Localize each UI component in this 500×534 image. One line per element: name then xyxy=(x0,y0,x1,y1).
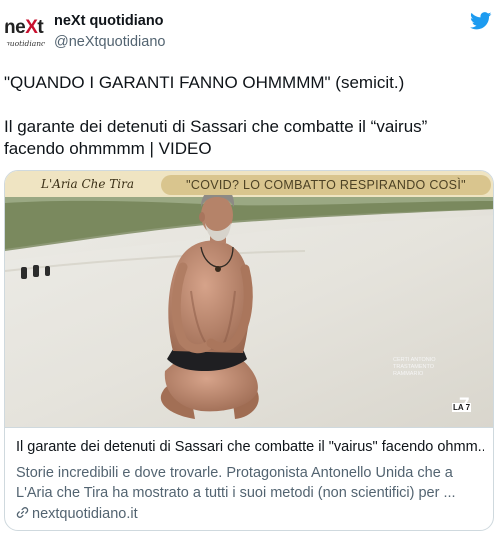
avatar[interactable]: neXt quotidiano xyxy=(4,10,48,54)
show-logo: L'Aria Che Tira xyxy=(41,177,135,191)
tweet-text-line-1: "QUANDO I GARANTI FANNO OHMMMM" (semicit… xyxy=(4,73,405,92)
tweet-header: neXt quotidiano neXt quotidiano @neXtquo… xyxy=(4,8,496,56)
link-card[interactable]: L'Aria Che Tira "COVID? LO COMBATTO RESP… xyxy=(4,170,494,531)
card-domain[interactable]: nextquotidiano.it xyxy=(16,506,138,522)
tweet: neXt quotidiano neXt quotidiano @neXtquo… xyxy=(0,0,500,534)
account-name[interactable]: neXt quotidiano xyxy=(54,13,164,29)
video-side-caption: CERTI ANTONIO TRASTAMENTO RAMMARIO xyxy=(393,357,436,377)
video-frame xyxy=(5,171,493,427)
tweet-text-line-2: Il garante dei detenuti di Sassari che c… xyxy=(4,117,428,158)
channel-logo-text: LA 7 xyxy=(452,403,472,412)
avatar-logo-subtext: quotidiano xyxy=(5,39,46,48)
card-title[interactable]: Il garante dei detenuti di Sassari che c… xyxy=(16,439,484,455)
link-icon xyxy=(16,507,29,518)
avatar-logo-text: neXt xyxy=(4,17,44,38)
video-thumbnail[interactable]: L'Aria Che Tira "COVID? LO COMBATTO RESP… xyxy=(5,171,493,427)
card-details[interactable]: Il garante dei detenuti di Sassari che c… xyxy=(5,427,493,530)
channel-logo: 7 LA 7 xyxy=(451,395,475,419)
card-domain-text: nextquotidiano.it xyxy=(32,506,138,522)
twitter-bird-icon[interactable] xyxy=(470,12,492,30)
account-handle[interactable]: @neXtquotidiano xyxy=(54,34,165,50)
card-description: Storie incredibili e dove trovarle. Prot… xyxy=(16,465,456,501)
video-banner: "COVID? LO COMBATTO RESPIRANDO COSÌ" xyxy=(161,175,491,195)
